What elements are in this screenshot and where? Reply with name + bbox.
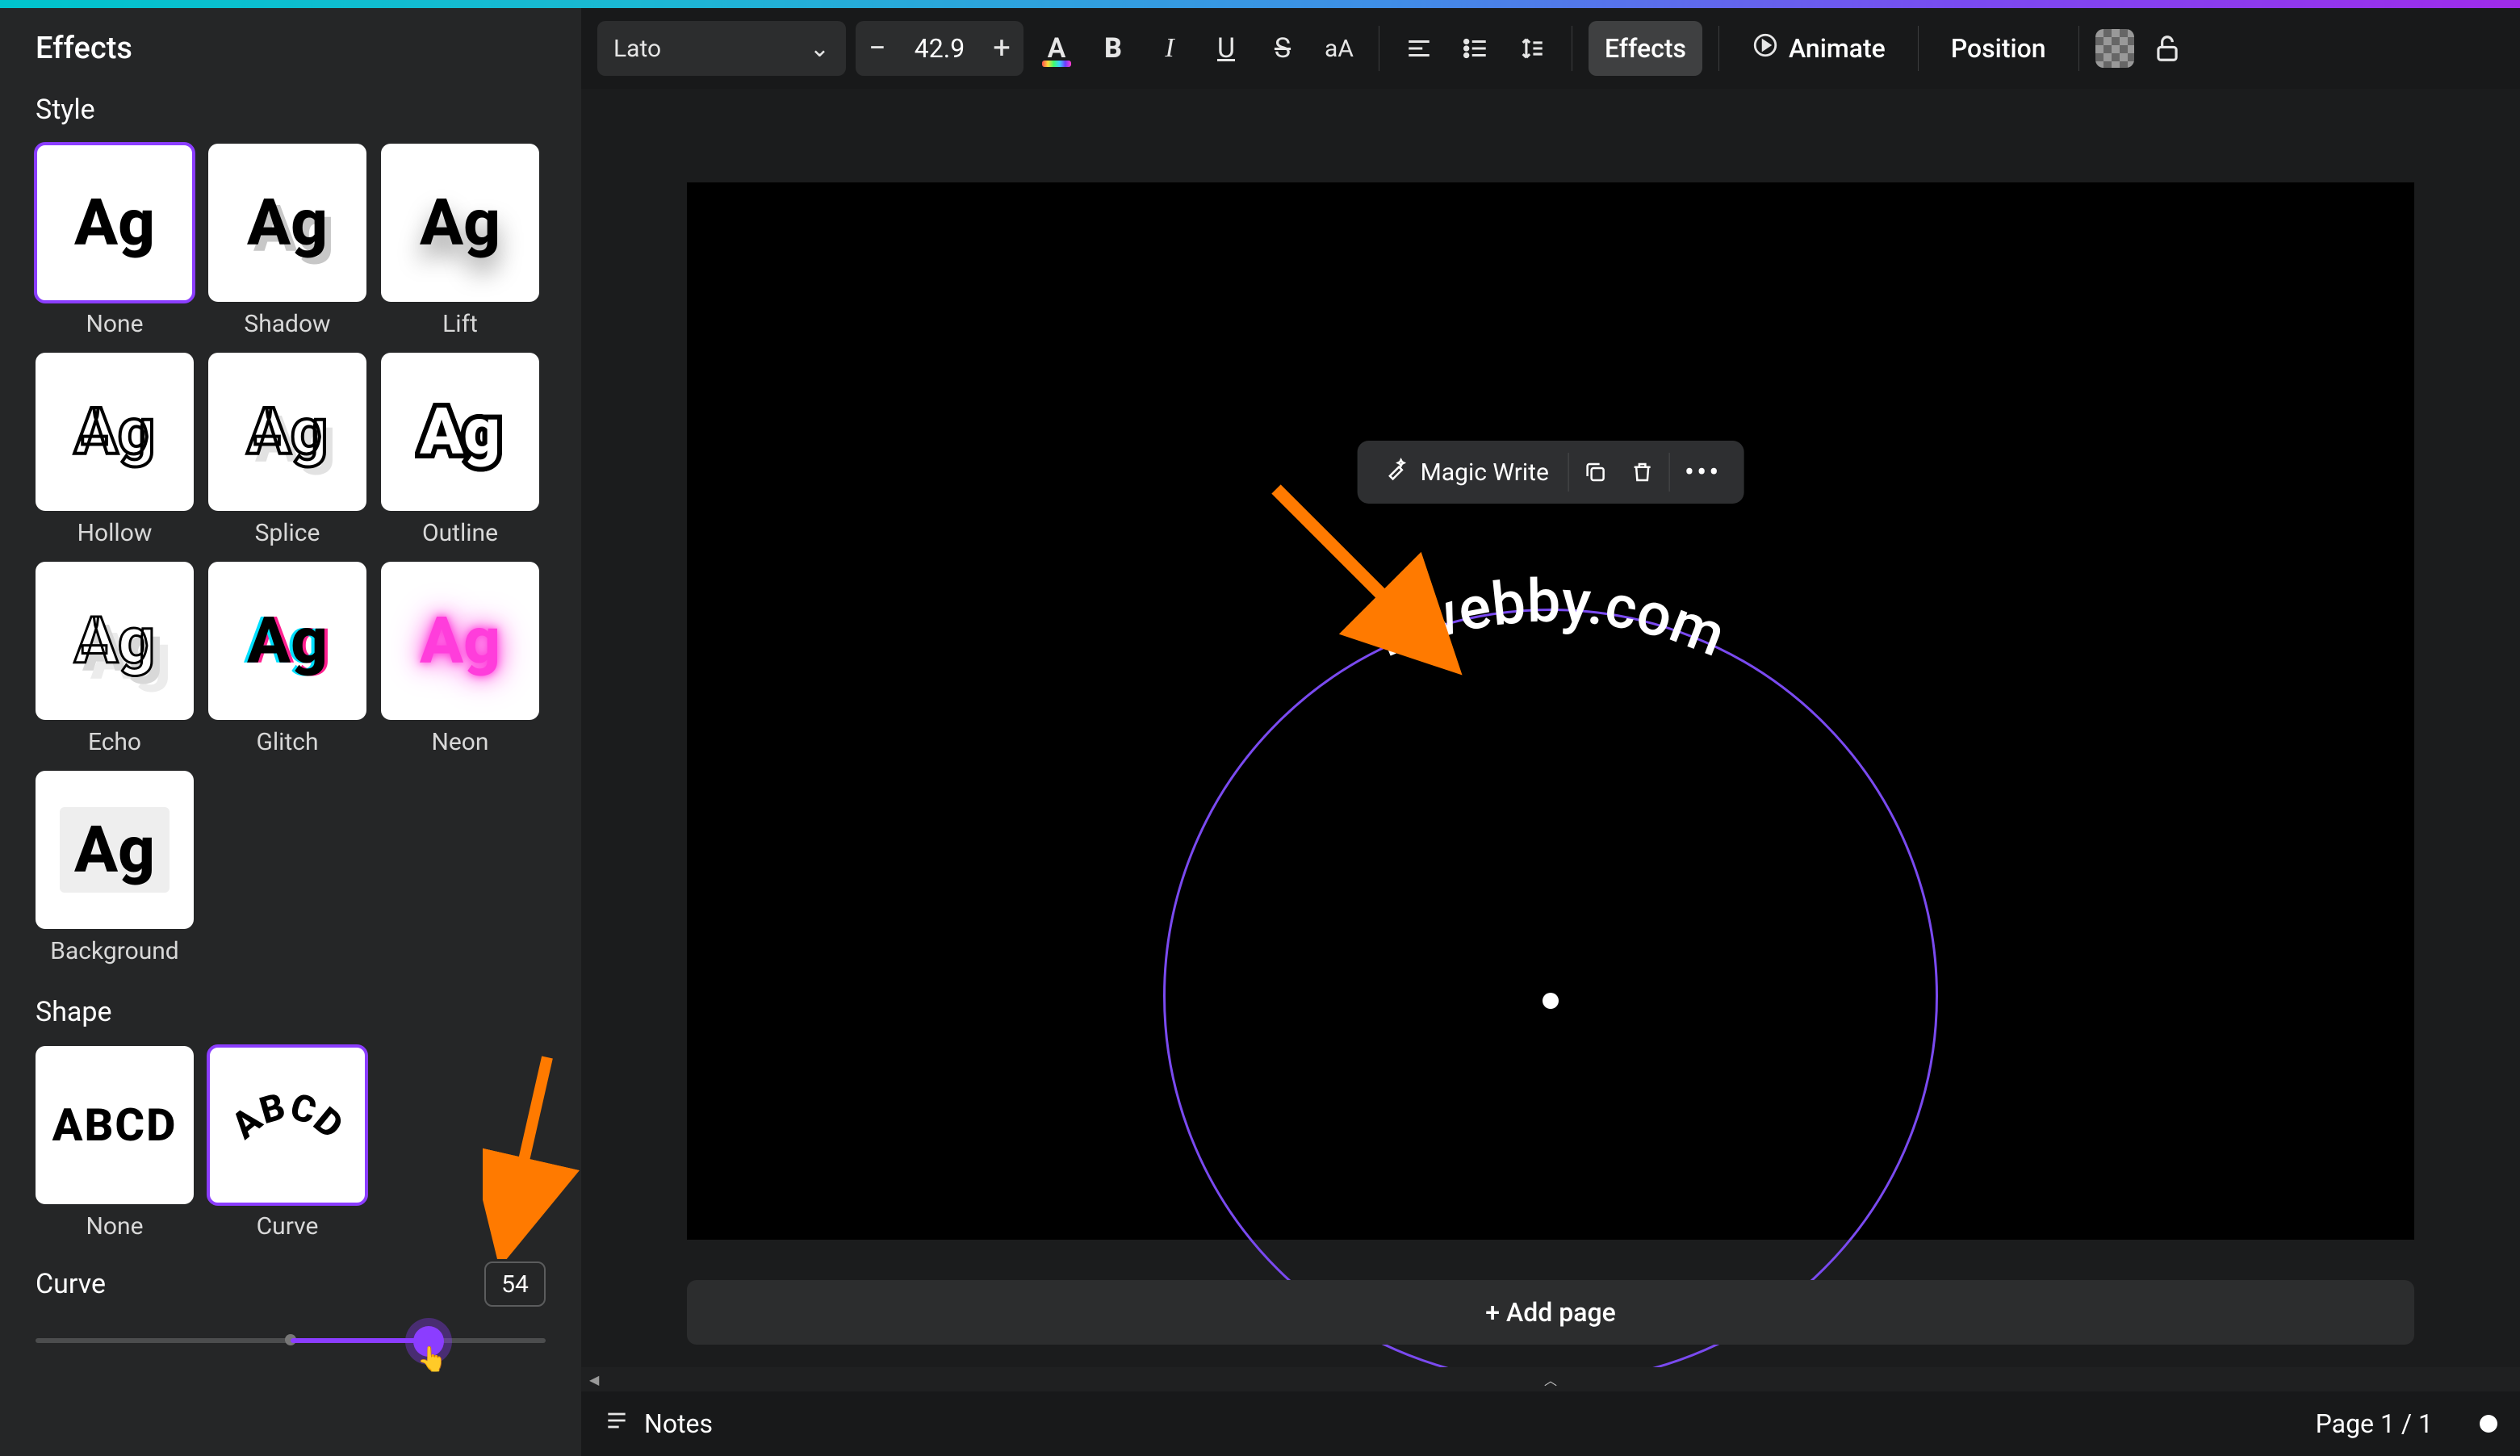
text-color-button[interactable]: A [1033,21,1080,76]
curve-center-dot [1543,993,1559,1009]
text-align-button[interactable] [1396,21,1442,76]
transparency-button[interactable] [2095,29,2134,68]
style-tile-label: Neon [432,728,489,756]
style-tile-echo[interactable]: Ag [36,562,194,720]
style-tile-none[interactable]: Ag [36,144,194,302]
more-options-button[interactable]: ••• [1673,449,1732,496]
effects-panel: Effects Style Ag None Ag Shadow Ag Lift … [0,8,581,1456]
scroll-left-arrow-icon[interactable]: ◀ [589,1372,599,1387]
window-top-gradient [0,0,2520,8]
style-tile-label: Lift [442,310,478,338]
animate-label: Animate [1789,33,1886,64]
effects-button[interactable]: Effects [1589,21,1702,76]
magic-wand-icon [1385,457,1409,487]
toolbar-divider [1918,26,1919,71]
style-tile-background[interactable]: Ag [36,771,194,929]
style-tile-splice[interactable]: Ag [208,353,366,511]
style-tile-shadow[interactable]: Ag [208,144,366,302]
duplicate-button[interactable] [1572,449,1619,496]
notes-icon [604,1408,630,1440]
font-size-input[interactable] [899,33,980,64]
separator [1568,453,1569,492]
style-section-label: Style [36,94,546,126]
curve-slider-row: Curve [36,1261,546,1307]
animate-icon [1752,31,1779,65]
shape-tile-label: Curve [257,1212,319,1241]
curved-text-element[interactable]: Kwebby.com [1300,525,1801,770]
top-toolbar: Lato ⌄ − + A B I U S aA [581,8,2520,89]
position-button[interactable]: Position [1935,21,2062,76]
slider-fill [291,1338,429,1343]
curve-slider[interactable]: 👆 [36,1321,546,1358]
notes-button[interactable]: Notes [644,1408,713,1439]
panel-title: Effects [36,31,546,66]
lock-button[interactable] [2144,21,2191,76]
font-size-increase-button[interactable]: + [980,21,1023,76]
style-tile-glitch[interactable]: Ag [208,562,366,720]
style-tile-label: Glitch [256,728,318,756]
font-size-decrease-button[interactable]: − [856,21,899,76]
bottom-bar: Notes Page 1 / 1 [581,1391,2520,1456]
style-tile-hollow[interactable]: Ag [36,353,194,511]
spacing-button[interactable] [1509,21,1555,76]
shape-tile-curve[interactable]: ABCD [208,1046,366,1204]
separator [1669,453,1670,492]
font-size-stepper: − + [856,21,1023,76]
letter-case-button[interactable]: aA [1316,21,1363,76]
zoom-slider-thumb[interactable] [2480,1415,2497,1433]
strikethrough-button[interactable]: S [1259,21,1306,76]
editor-main: Lato ⌄ − + A B I U S aA [581,8,2520,1456]
list-button[interactable] [1452,21,1499,76]
style-tile-label: Outline [422,519,498,547]
bold-button[interactable]: B [1090,21,1137,76]
style-tile-outline[interactable]: Ag [381,353,539,511]
style-tile-label: Shadow [244,310,330,338]
svg-text:Kwebby.com: Kwebby.com [1366,567,1735,672]
toolbar-divider [2078,26,2079,71]
shape-tile-none[interactable]: ABCD [36,1046,194,1204]
style-tiles: Ag None Ag Shadow Ag Lift Ag Hollow Ag S… [36,144,546,965]
annotation-arrow-icon [483,1049,580,1259]
svg-text:ABCD: ABCD [227,1085,348,1148]
chevron-down-icon: ⌄ [810,35,830,63]
shape-section-label: Shape [36,996,546,1028]
magic-write-label: Magic Write [1421,458,1549,487]
context-toolbar: Magic Write ••• [1358,441,1744,504]
style-tile-lift[interactable]: Ag [381,144,539,302]
underline-button[interactable]: U [1203,21,1250,76]
italic-button[interactable]: I [1146,21,1193,76]
add-page-button[interactable]: + Add page [687,1280,2414,1345]
toolbar-divider [1718,26,1719,71]
style-tile-label: Splice [255,519,320,547]
curve-value-input[interactable] [484,1261,546,1307]
font-family-value: Lato [613,35,661,63]
animate-button[interactable]: Animate [1735,21,1902,76]
shape-tiles: ABCD None ABCD Curve [36,1046,546,1241]
style-tile-label: Hollow [77,519,153,547]
magic-write-button[interactable]: Magic Write [1369,449,1565,496]
shape-tile-label: None [86,1212,144,1241]
canvas-area[interactable]: Kwebby.com Magic Write [581,89,2520,1456]
chevron-up-icon[interactable]: ︿ [1544,1370,1557,1389]
text-color-letter: A [1048,32,1066,65]
font-family-dropdown[interactable]: Lato ⌄ [597,21,846,76]
delete-button[interactable] [1619,449,1666,496]
style-tile-neon[interactable]: Ag [381,562,539,720]
style-tile-label: None [86,310,144,338]
curve-slider-label: Curve [36,1268,106,1300]
cursor-hand-icon: 👆 [417,1345,447,1374]
text-color-rainbow-bar [1042,61,1071,67]
page-counter: Page 1 / 1 [2316,1408,2433,1439]
style-tile-label: Background [50,937,178,965]
horizontal-scrollbar[interactable]: ◀ ︿ [581,1367,2520,1391]
style-tile-label: Echo [88,728,141,756]
